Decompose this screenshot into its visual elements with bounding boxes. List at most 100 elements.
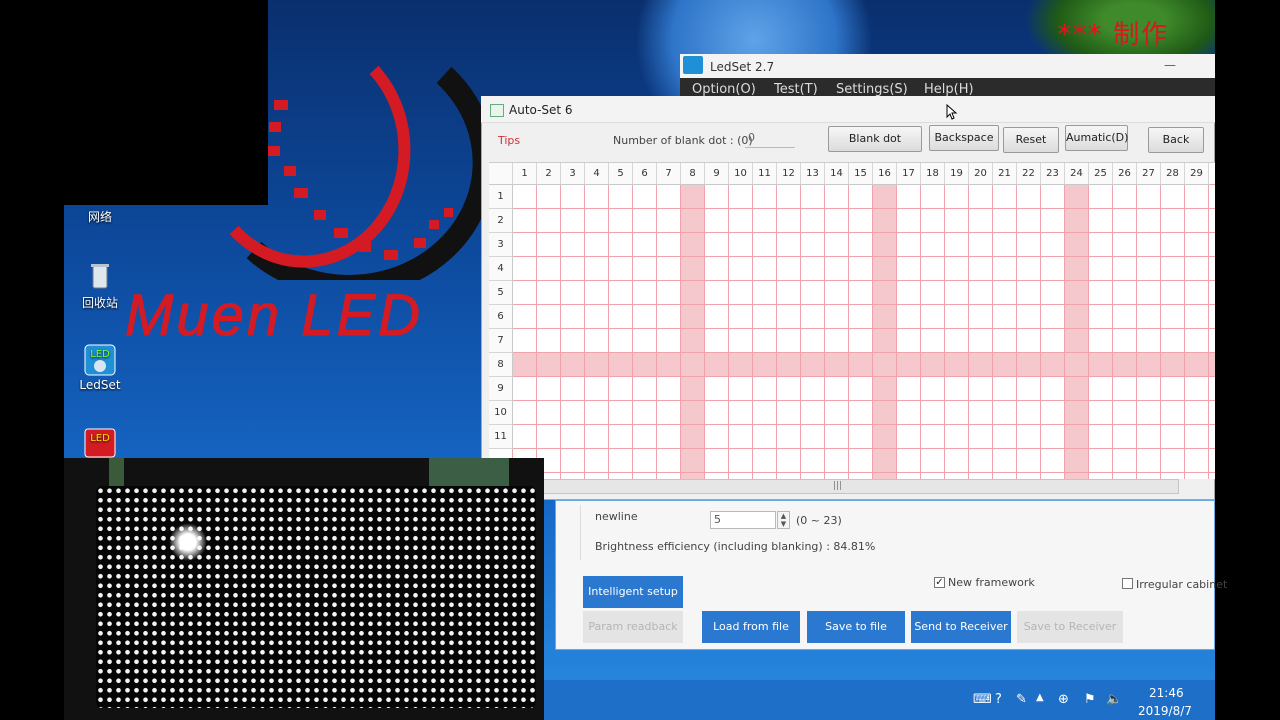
highlight-column (1065, 185, 1088, 479)
grid-line (513, 256, 1215, 257)
backspace-button[interactable]: Backspace (929, 125, 999, 151)
desktop-icon-label: 网络 (87, 210, 112, 224)
desktop-icon-led-player[interactable]: LED (65, 428, 135, 462)
column-header: 13 (801, 163, 825, 185)
row-header: 2 (489, 209, 513, 233)
logo-text: Muen LED (124, 283, 424, 349)
grid-line (1088, 185, 1089, 479)
grid-line (680, 185, 681, 479)
blank-dot-button[interactable]: Blank dot (828, 126, 922, 152)
column-header: 14 (825, 163, 849, 185)
new-framework-checkbox[interactable]: ✓ (934, 577, 945, 588)
grid-line (1064, 185, 1065, 479)
column-header: 24 (1065, 163, 1089, 185)
network-status-icon[interactable]: ⊕ (1058, 692, 1069, 707)
grid-line (1184, 185, 1185, 479)
autoset-window-title: Auto-Set 6 (509, 103, 573, 117)
grid-corner (489, 163, 513, 185)
grid-line (513, 448, 1215, 449)
row-header: 10 (489, 401, 513, 425)
help-icon[interactable]: ? (995, 692, 1002, 707)
blank-dot-input[interactable]: 0 (745, 128, 795, 148)
grid-line (513, 328, 1215, 329)
grid-line (608, 185, 609, 479)
grid-line (1040, 185, 1041, 479)
blank-dot-count-label: Number of blank dot : (0) (613, 134, 753, 147)
grid-line (513, 424, 1215, 425)
grid-line (968, 185, 969, 479)
grid-line (704, 185, 705, 479)
save-to-file-button[interactable]: Save to file (807, 611, 905, 643)
horizontal-scrollbar[interactable]: ||| (489, 479, 1179, 494)
intelligent-setup-button[interactable]: Intelligent setup (583, 576, 683, 608)
svg-text:LED: LED (90, 433, 110, 444)
load-from-file-button[interactable]: Load from file (702, 611, 800, 643)
column-header: 25 (1089, 163, 1113, 185)
autoset-titlebar (481, 96, 1215, 123)
ledset-window-title: LedSet 2.7 (710, 60, 775, 74)
ledset-icon: LED (84, 344, 116, 376)
grid-line (848, 185, 849, 479)
minimize-button[interactable]: — (1164, 58, 1176, 72)
grid-line (1208, 185, 1209, 479)
scroll-grip-icon[interactable]: ||| (833, 480, 842, 493)
back-button[interactable]: Back (1148, 127, 1204, 153)
row-header: 1 (489, 185, 513, 209)
grid-line (632, 185, 633, 479)
irregular-cabinet-checkbox[interactable] (1122, 578, 1133, 589)
send-to-receiver-button[interactable]: Send to Receiver (911, 611, 1011, 643)
keyboard-icon[interactable]: ⌨ (973, 692, 992, 707)
ledset-app-icon (683, 56, 703, 74)
grid-line (513, 280, 1215, 281)
dot-grid[interactable]: 1 2 3 4 5 6 7 8 9 10 11 12 13 14 15 16 17 18 19 20 21 22 23 24 2… (489, 162, 1215, 479)
save-to-receiver-button[interactable]: Save to Receiver (1017, 611, 1123, 643)
column-header: 19 (945, 163, 969, 185)
flag-icon[interactable]: ⚑ (1084, 692, 1096, 707)
grid-line (513, 208, 1215, 209)
menu-option[interactable]: Option(O) (692, 82, 756, 97)
newline-stepper[interactable]: ▲ ▼ (777, 511, 790, 529)
irregular-cabinet-label: Irregular cabinet (1136, 578, 1228, 591)
column-header: 20 (969, 163, 993, 185)
clock-time[interactable]: 21:46 (1149, 686, 1184, 700)
grid-line (752, 185, 753, 479)
grid-line (872, 185, 873, 479)
column-header: 15 (849, 163, 873, 185)
chevron-up-icon[interactable]: ▲ (1036, 692, 1044, 703)
grid-line (1112, 185, 1113, 479)
black-border-right (1215, 0, 1280, 720)
tips-label: Tips (498, 134, 521, 147)
pen-icon[interactable]: ✎ (1016, 692, 1027, 707)
column-header: 1 (513, 163, 537, 185)
grid-line (944, 185, 945, 479)
grid-line (656, 185, 657, 479)
column-header: 8 (681, 163, 705, 185)
column-header: 11 (753, 163, 777, 185)
grid-line (513, 400, 1215, 401)
mouse-cursor-icon (946, 104, 958, 120)
column-header: 29 (1185, 163, 1209, 185)
menu-settings[interactable]: Settings(S) (836, 82, 908, 97)
grid-line (584, 185, 585, 479)
newline-input[interactable]: 5 (710, 511, 776, 529)
menu-test[interactable]: Test(T) (774, 82, 818, 97)
column-header: 12 (777, 163, 801, 185)
column-header: 16 (873, 163, 897, 185)
param-readback-button[interactable]: Param readback (583, 611, 683, 643)
volume-icon[interactable]: 🔈 (1106, 692, 1122, 707)
row-header: 8 (489, 353, 513, 377)
column-header: 27 (1137, 163, 1161, 185)
column-header: 6 (633, 163, 657, 185)
desktop-icon-recycle-bin[interactable]: 回收站 (65, 260, 135, 311)
column-header: 3 (561, 163, 585, 185)
grid-line (513, 304, 1215, 305)
row-header: 7 (489, 329, 513, 353)
led-player-icon: LED (84, 428, 116, 460)
reset-button[interactable]: Reset (1003, 127, 1059, 153)
automatic-button[interactable]: Aumatic(D) (1065, 125, 1128, 151)
desktop-icon-ledset[interactable]: LED LedSet (65, 344, 135, 392)
desktop-icon-network[interactable]: 网络 (65, 208, 135, 225)
menu-help[interactable]: Help(H) (924, 82, 974, 97)
clock-date[interactable]: 2019/8/7 (1138, 704, 1192, 718)
watermark-text: *** 制作 (1058, 20, 1170, 50)
